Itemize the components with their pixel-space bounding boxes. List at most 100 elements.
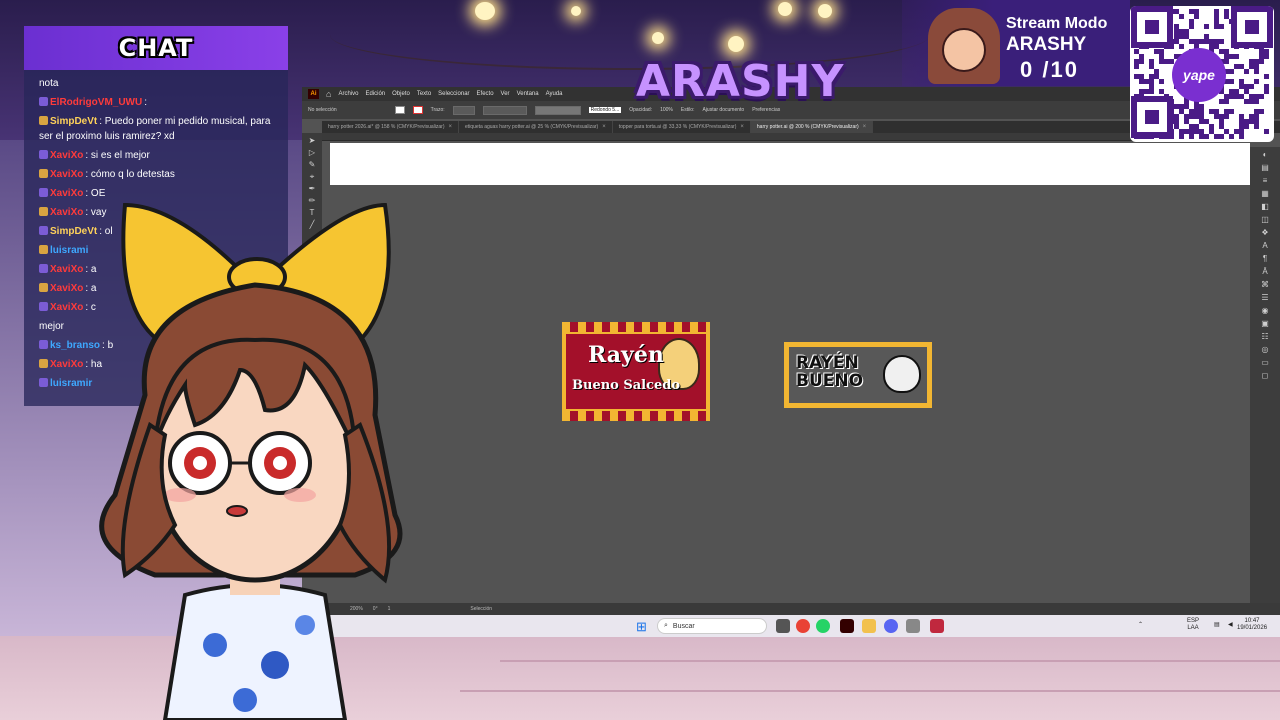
- file-explorer-icon[interactable]: [862, 619, 876, 633]
- panel-icon[interactable]: ◎: [1262, 346, 1269, 354]
- document-tab[interactable]: harry potter.ai @ 200 % (CMYK/Previsuali…: [750, 121, 874, 133]
- document-tab[interactable]: topper para torta.ai @ 33,33 % (CMYK/Pre…: [613, 121, 751, 133]
- panel-icon[interactable]: ◻: [1262, 372, 1269, 380]
- opacity-value[interactable]: 100%: [660, 107, 673, 113]
- menu-item[interactable]: Ventana: [517, 91, 539, 97]
- qr-module: [1229, 109, 1234, 114]
- menu-item[interactable]: Edición: [365, 91, 385, 97]
- panel-icon[interactable]: ☰: [1261, 294, 1268, 302]
- clock[interactable]: 10:47 19/01/2026: [1237, 618, 1267, 632]
- qr-module: [1199, 114, 1204, 119]
- eye-right-highlight: [273, 456, 287, 470]
- panel-icon[interactable]: ▭: [1261, 359, 1269, 367]
- panel-icon[interactable]: ☷: [1261, 333, 1268, 341]
- obs-icon[interactable]: [930, 619, 944, 633]
- menu-item[interactable]: Ayuda: [546, 91, 563, 97]
- fill-swatch[interactable]: [394, 106, 405, 114]
- home-icon[interactable]: ⌂: [326, 89, 331, 99]
- qr-module: [1209, 124, 1214, 129]
- menu-item[interactable]: Ver: [501, 91, 510, 97]
- clock-time: 10:47: [1244, 618, 1260, 624]
- stroke-weight-input[interactable]: [452, 105, 475, 115]
- adjust-document-button[interactable]: Ajustar documento: [702, 107, 744, 113]
- chat-username[interactable]: XaviXo: [50, 169, 83, 180]
- close-icon[interactable]: ×: [863, 124, 867, 130]
- panel-icon[interactable]: ▣: [1261, 320, 1269, 328]
- close-icon[interactable]: ×: [602, 124, 606, 130]
- qr-module: [1244, 99, 1249, 104]
- chat-message: SimpDeVt: Puedo poner mi pedido musical,…: [39, 112, 278, 146]
- tool-icon[interactable]: ⌖: [310, 173, 315, 181]
- qr-module: [1194, 124, 1199, 129]
- panel-icon[interactable]: ≡: [1263, 177, 1268, 185]
- tray-chevron-icon[interactable]: ⌃: [1138, 622, 1143, 629]
- qr-module: [1239, 129, 1244, 134]
- chat-badge-icon: [39, 97, 48, 106]
- qr-module: [1179, 129, 1184, 134]
- tool-icon[interactable]: ✒: [309, 185, 316, 193]
- qr-module: [1194, 39, 1199, 44]
- qr-module: [1259, 59, 1264, 64]
- document-tab[interactable]: harry potter 2026.ai* @ 158 % (CMYK/Prev…: [322, 121, 460, 133]
- panel-icon[interactable]: ◉: [1262, 307, 1269, 315]
- panel-icon[interactable]: A: [1262, 242, 1267, 250]
- volume-icon[interactable]: ◀: [1228, 622, 1233, 629]
- panel-icon[interactable]: ¶: [1263, 255, 1267, 263]
- chat-message: XaviXo: si es el mejor: [39, 146, 278, 165]
- chat-username[interactable]: ElRodrigoVM_UWU: [50, 97, 142, 108]
- artboard-top[interactable]: [330, 143, 1250, 185]
- qr-module: [1179, 44, 1184, 49]
- menu-item[interactable]: Seleccionar: [438, 91, 469, 97]
- qr-module: [1189, 9, 1194, 14]
- qr-module: [1229, 54, 1234, 59]
- panel-icon[interactable]: ▦: [1261, 190, 1269, 198]
- chrome-icon[interactable]: [796, 619, 810, 633]
- panel-icon[interactable]: ◐: [1263, 151, 1268, 159]
- input-language[interactable]: ESP LAA: [1187, 618, 1199, 632]
- chat-text: :: [144, 97, 147, 108]
- brush-shape-select[interactable]: Redondo 5...: [588, 107, 622, 113]
- windows-start-icon[interactable]: ⊞: [636, 619, 647, 635]
- panel-icon[interactable]: ▤: [1261, 164, 1269, 172]
- chat-username[interactable]: XaviXo: [50, 150, 83, 161]
- qr-module: [1194, 109, 1199, 114]
- panel-icon[interactable]: ⌘: [1261, 281, 1269, 289]
- whatsapp-icon[interactable]: [816, 619, 830, 633]
- menu-item[interactable]: Objeto: [392, 91, 410, 97]
- stroke-swatch[interactable]: [412, 106, 423, 114]
- preferences-button[interactable]: Preferencias: [752, 107, 780, 113]
- artwork-label-rayen-red[interactable]: Rayén Bueno Salcedo: [562, 322, 710, 421]
- menu-item[interactable]: Archivo: [338, 91, 358, 97]
- artwork-label-rayen-grey[interactable]: RAYÉN BUENO: [784, 342, 932, 408]
- close-icon[interactable]: ×: [740, 124, 744, 130]
- qr-module: [1229, 89, 1234, 94]
- qr-module: [1219, 124, 1224, 129]
- qr-module: [1139, 54, 1144, 59]
- network-icon[interactable]: ▤: [1214, 622, 1220, 629]
- variable-width-select[interactable]: [482, 105, 527, 115]
- chat-username[interactable]: SimpDeVt: [50, 116, 97, 127]
- panel-icon[interactable]: ◫: [1261, 216, 1269, 224]
- qr-module: [1189, 19, 1194, 24]
- app-icon[interactable]: [906, 619, 920, 633]
- qr-module: [1184, 34, 1189, 39]
- brush-select[interactable]: [534, 105, 581, 115]
- tool-icon[interactable]: ▷: [309, 149, 315, 157]
- task-view-icon[interactable]: [776, 619, 790, 633]
- qr-module: [1174, 119, 1179, 124]
- panel-icon[interactable]: ◧: [1261, 203, 1269, 211]
- light-bulb: [475, 2, 495, 20]
- qr-module: [1149, 64, 1154, 69]
- panel-icon[interactable]: Ā: [1262, 268, 1267, 276]
- document-tab[interactable]: etiqueta aguas harry potter.ai @ 25 % (C…: [459, 121, 613, 133]
- light-bulb: [652, 32, 664, 44]
- taskbar-search[interactable]: ⌕ Buscar: [657, 618, 767, 634]
- discord-icon[interactable]: [884, 619, 898, 633]
- illustrator-taskbar-icon[interactable]: [840, 619, 854, 633]
- close-icon[interactable]: ×: [449, 124, 453, 130]
- menu-item[interactable]: Efecto: [477, 91, 494, 97]
- panel-icon[interactable]: ❖: [1261, 229, 1268, 237]
- tool-icon[interactable]: ➤: [309, 137, 316, 145]
- tool-icon[interactable]: ✎: [309, 161, 316, 169]
- menu-item[interactable]: Texto: [417, 91, 431, 97]
